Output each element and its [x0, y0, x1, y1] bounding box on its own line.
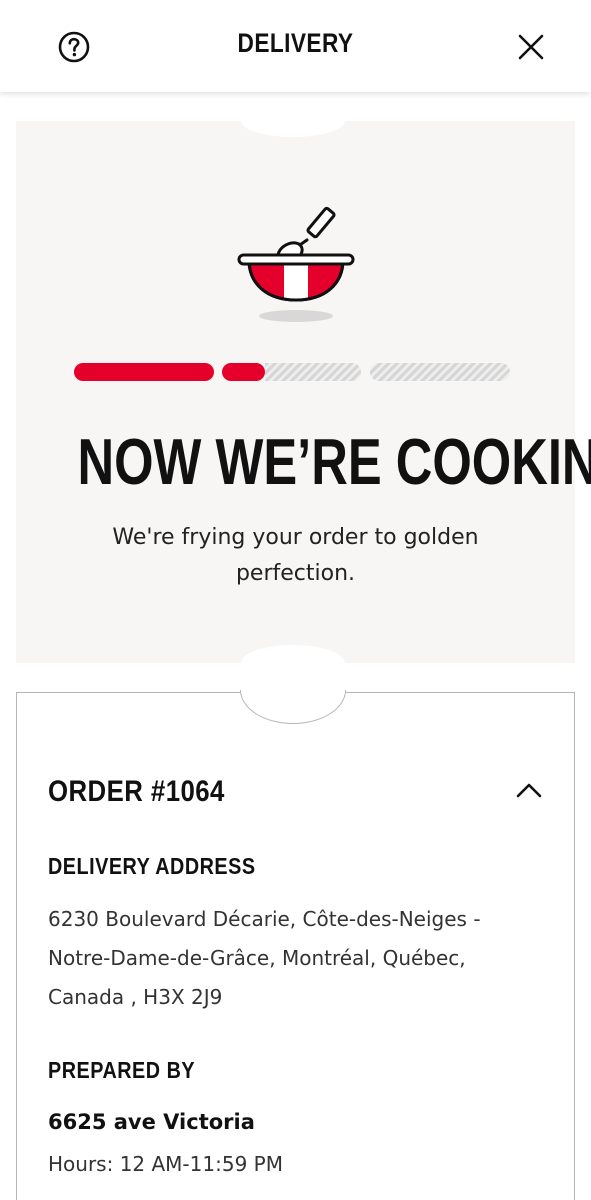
delivery-address: 6230 Boulevard Décarie, Côte-des-Neiges …: [48, 907, 481, 1009]
prepared-by-label: PREPARED BY: [48, 1057, 196, 1083]
close-button[interactable]: [514, 30, 548, 64]
collapse-order-button[interactable]: [513, 776, 545, 804]
store-hours: Hours: 12 AM-11:59 PM: [48, 1152, 283, 1176]
progress-step-received: [74, 363, 214, 381]
delivery-tracking-screen: DELIVERY NOW WE’RE COOKIN’ We're frying …: [0, 0, 591, 1200]
progress-step-delivery: [370, 363, 510, 381]
page-title: DELIVERY: [237, 28, 354, 58]
status-description: We're frying your order to golden perfec…: [112, 525, 479, 586]
top-app-bar: DELIVERY: [0, 0, 591, 92]
ticket-notch-mask: [241, 688, 345, 694]
progress-step-cooking: [222, 363, 265, 381]
store-name: 6625 ave Victoria: [48, 1110, 255, 1134]
order-progress-bar: [74, 363, 510, 383]
close-icon: [518, 34, 544, 60]
order-number-heading: ORDER #1064: [48, 775, 225, 808]
whisk-bowl-icon: [237, 206, 355, 322]
delivery-address-label: DELIVERY ADDRESS: [48, 853, 256, 879]
progress-step-cooking-remaining: [265, 363, 361, 381]
chevron-up-icon: [516, 783, 542, 798]
status-headline: NOW WE’RE COOKIN’: [77, 425, 591, 498]
